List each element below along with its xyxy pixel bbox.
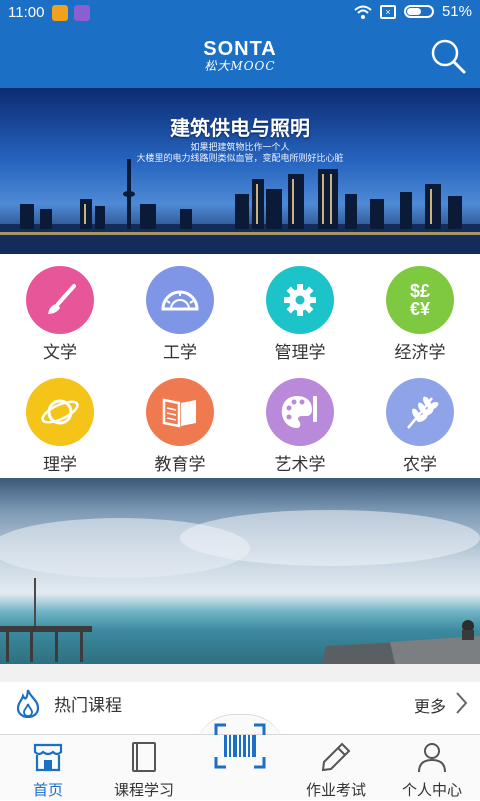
status-bar: 11:00 × 51% (0, 0, 480, 26)
category-management[interactable]: 管理学 (240, 254, 360, 364)
category-label: 经济学 (394, 343, 446, 363)
palette-icon (266, 378, 334, 446)
sim-icon: × (379, 4, 396, 19)
currency-icon: $£ €¥ (386, 266, 454, 334)
banner-title: 建筑供电与照明 (170, 116, 310, 140)
battery-icon (403, 5, 434, 18)
status-time: 11:00 (8, 4, 45, 21)
city-skyline-image (0, 159, 480, 254)
book-course-icon (132, 742, 156, 772)
category-economics[interactable]: $£ €¥ 经济学 (360, 254, 480, 364)
person-icon (418, 743, 446, 773)
logo-line2: 松大MOOC (204, 59, 276, 73)
pier-seascape-image (0, 510, 480, 664)
section-divider (0, 664, 480, 682)
home-store-icon (33, 743, 63, 772)
category-agriculture[interactable]: 农学 (360, 366, 480, 476)
category-science[interactable]: 理学 (0, 366, 120, 476)
wifi-icon (354, 5, 372, 19)
book-icon (146, 378, 214, 446)
search-icon[interactable] (428, 36, 468, 76)
hot-courses-title: 热门课程 (54, 696, 122, 716)
logo-line1: SONTA (203, 38, 277, 60)
barcode-scan-icon (214, 723, 266, 769)
category-label: 艺术学 (274, 455, 326, 475)
category-label: 管理学 (274, 343, 326, 363)
notification-app-icon (74, 5, 90, 21)
category-label: 工学 (163, 343, 197, 363)
category-arts[interactable]: 艺术学 (240, 366, 360, 476)
tab-home[interactable]: 首页 (0, 735, 96, 801)
featured-photo[interactable] (0, 478, 480, 664)
tab-course-study[interactable]: 课程学习 (96, 735, 192, 801)
tab-label: 作业考试 (305, 781, 366, 799)
pencil-icon (321, 742, 351, 772)
flame-icon (16, 689, 40, 718)
protractor-icon (146, 266, 214, 334)
battery-level: 51% (441, 3, 472, 20)
more-link[interactable]: 更多 (414, 693, 446, 717)
category-engineering[interactable]: 工学 (120, 254, 240, 364)
category-label: 农学 (403, 455, 437, 475)
brush-icon (26, 266, 94, 334)
promo-banner[interactable]: 建筑供电与照明 如果把建筑物比作一个人 大楼里的电力线路则类似血管，变配电所则好… (0, 88, 480, 254)
tab-homework-exam[interactable]: 作业考试 (288, 735, 384, 801)
category-literature[interactable]: 文学 (0, 254, 120, 364)
wheat-icon (386, 378, 454, 446)
tab-scan[interactable] (192, 723, 288, 801)
bottom-tab-bar: 首页 课程学习 作业考试 个人中心 (0, 723, 480, 801)
app-logo: SONTA 松大MOOC (194, 39, 286, 73)
category-grid: 文学 工学 管理学 $£ €¥ 经济学 理学 教育学 艺术学 农学 (0, 254, 480, 478)
category-label: 理学 (43, 455, 77, 475)
category-label: 文学 (43, 343, 77, 363)
tab-label: 课程学习 (113, 781, 174, 799)
category-label: 教育学 (154, 455, 206, 475)
tab-label: 首页 (32, 781, 63, 799)
notification-app-icon (52, 5, 68, 21)
gear-icon (266, 266, 334, 334)
chevron-right-icon[interactable] (454, 691, 468, 715)
tab-label: 个人中心 (401, 781, 462, 799)
tab-personal-center[interactable]: 个人中心 (384, 735, 480, 801)
planet-icon (26, 378, 94, 446)
category-education[interactable]: 教育学 (120, 366, 240, 476)
app-header: SONTA 松大MOOC (0, 26, 480, 88)
